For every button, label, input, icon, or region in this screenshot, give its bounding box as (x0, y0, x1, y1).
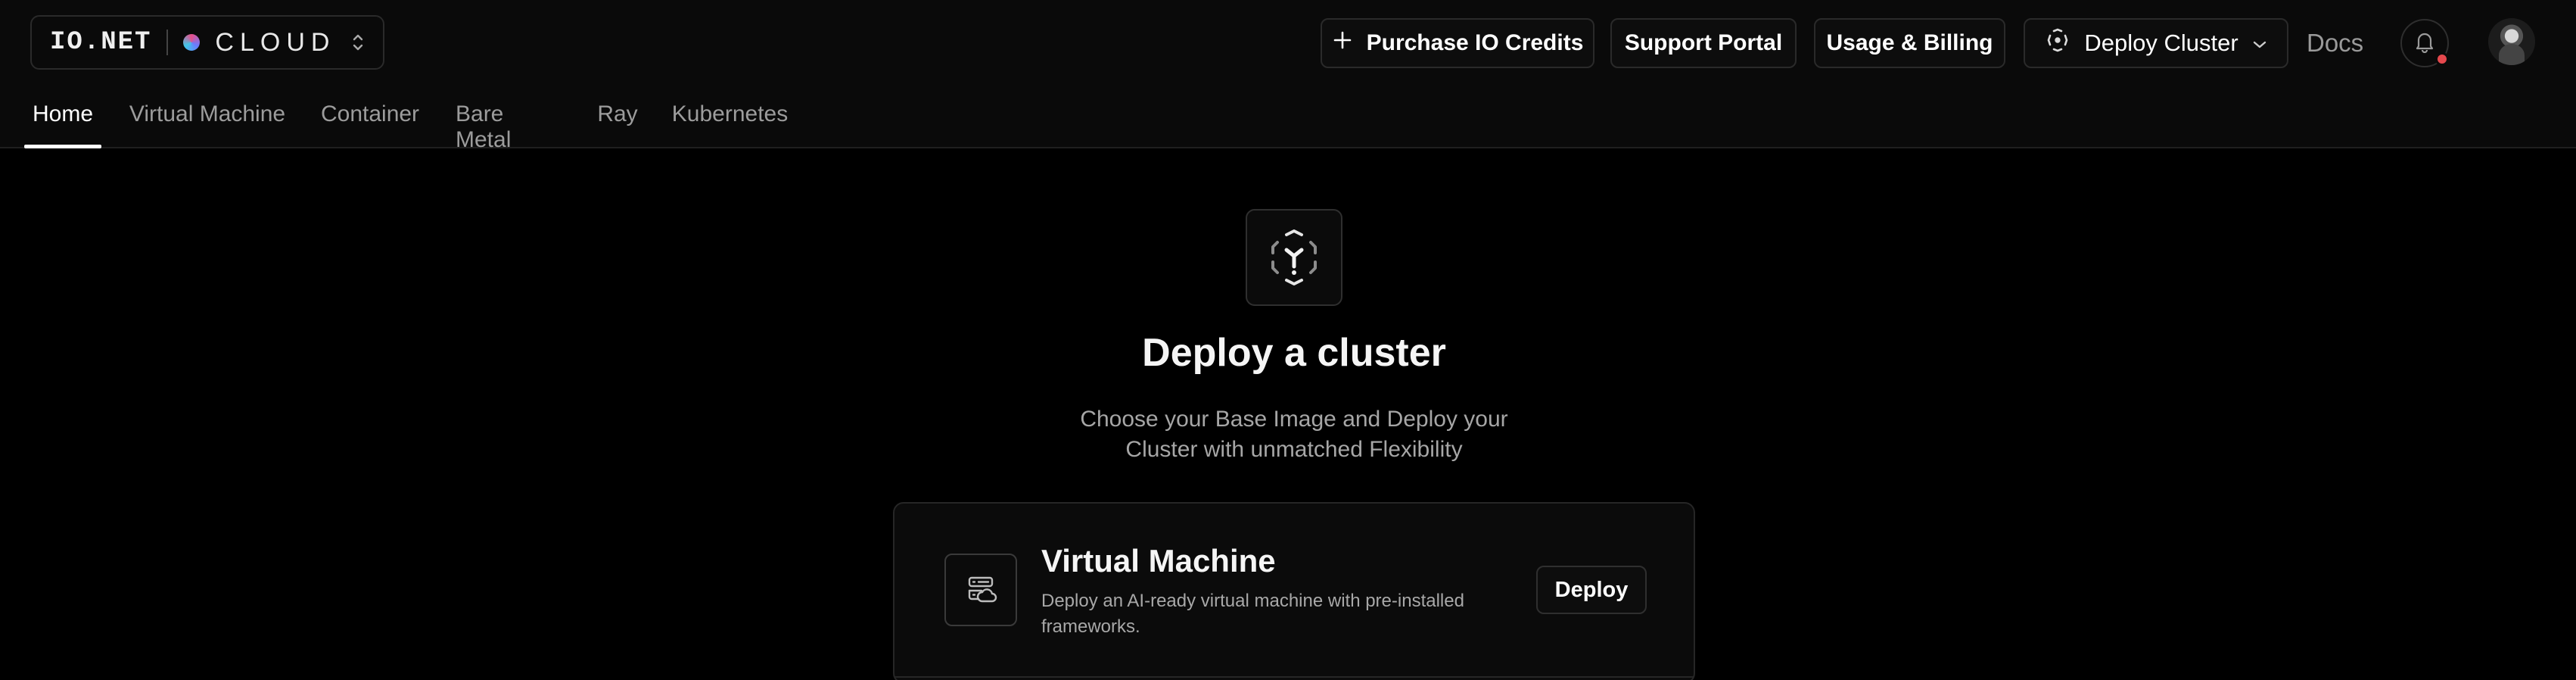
support-portal-label: Support Portal (1624, 30, 1783, 55)
tab-ray[interactable]: Ray (597, 98, 637, 147)
user-avatar[interactable] (2488, 18, 2535, 65)
virtual-machine-card: Virtual Machine Deploy an AI-ready virtu… (893, 502, 1695, 680)
server-icon (944, 554, 1017, 626)
purchase-io-credits-button[interactable]: Purchase IO Credits (1321, 18, 1594, 68)
docs-link[interactable]: Docs (2307, 29, 2363, 58)
card-title: Virtual Machine (1041, 543, 1276, 579)
notifications-button[interactable] (2400, 19, 2449, 67)
deploy-cluster-label: Deploy Cluster (2084, 30, 2238, 56)
cluster-icon (1246, 209, 1342, 306)
tab-bare-metal[interactable]: Bare Metal (456, 98, 564, 152)
tab-virtual-machine[interactable]: Virtual Machine (129, 98, 286, 147)
page-subtitle: Choose your Base Image and Deploy your C… (1080, 407, 1508, 462)
chevron-down-icon (2252, 30, 2267, 56)
notification-indicator (2435, 52, 2449, 66)
top-bar: IO.NET CLOUD Purchase IO Credits Support… (0, 0, 2576, 152)
page-title: Deploy a cluster (1142, 331, 1446, 375)
purchase-io-credits-label: Purchase IO Credits (1366, 30, 1584, 55)
support-portal-button[interactable]: Support Portal (1610, 18, 1797, 68)
tab-home[interactable]: Home (24, 98, 101, 148)
usage-billing-label: Usage & Billing (1826, 30, 1993, 55)
header-actions: Purchase IO Credits Support Portal Usage… (0, 18, 2576, 68)
card-description: Deploy an AI-ready virtual machine with … (1041, 591, 1464, 637)
plus-icon (1332, 30, 1353, 57)
usage-billing-button[interactable]: Usage & Billing (1814, 18, 2005, 68)
deploy-virtual-machine-button[interactable]: Deploy (1536, 566, 1647, 614)
main-tabs: Home Virtual Machine Container Bare Meta… (0, 98, 2576, 152)
card-divider (894, 676, 1694, 678)
tab-kubernetes[interactable]: Kubernetes (672, 98, 788, 147)
cluster-icon (2045, 27, 2070, 59)
bell-icon (2414, 30, 2435, 57)
deploy-cluster-dropdown[interactable]: Deploy Cluster (2024, 18, 2288, 68)
tab-container[interactable]: Container (321, 98, 419, 147)
